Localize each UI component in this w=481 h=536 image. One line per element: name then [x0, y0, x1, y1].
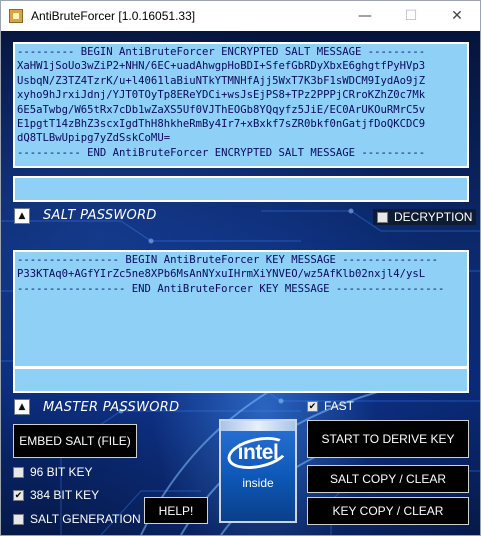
- embed-salt-button[interactable]: EMBED SALT (FILE): [13, 424, 137, 458]
- salt-generation-label: SALT GENERATION: [30, 512, 141, 526]
- minimize-button[interactable]: —: [342, 1, 388, 31]
- up-arrow-icon: ▲: [18, 210, 26, 221]
- fast-checkbox-box[interactable]: ✔: [307, 400, 318, 412]
- 384-bit-key-checkbox-box[interactable]: ✔: [13, 489, 24, 501]
- salt-generation-checkbox-box[interactable]: [13, 513, 24, 525]
- salt-password-label: SALT PASSWORD: [43, 208, 157, 223]
- decryption-checkbox-box[interactable]: [377, 211, 388, 223]
- intel-inside-text: inside: [242, 476, 274, 490]
- start-derive-key-button[interactable]: START TO DERIVE KEY: [307, 420, 469, 458]
- checkmark-icon: ✔: [14, 489, 23, 500]
- 384-bit-key-checkbox[interactable]: ✔ 384 BIT KEY: [13, 488, 99, 502]
- up-arrow-icon: ▲: [18, 401, 26, 412]
- decryption-label: DECRYPTION: [394, 210, 473, 224]
- fast-label: FAST: [324, 399, 355, 413]
- app-icon: [9, 9, 23, 23]
- key-message-textarea[interactable]: ---------------- BEGIN AntiBruteForcer K…: [13, 250, 469, 368]
- salt-message-textarea[interactable]: --------- BEGIN AntiBruteForcer ENCRYPTE…: [13, 42, 469, 168]
- 96-bit-key-label: 96 BIT KEY: [30, 465, 93, 479]
- 96-bit-key-checkbox-box[interactable]: [13, 466, 24, 478]
- fast-checkbox[interactable]: ✔ FAST: [307, 399, 354, 413]
- key-copy-clear-button[interactable]: KEY COPY / CLEAR: [307, 497, 469, 525]
- salt-generation-checkbox[interactable]: SALT GENERATION: [13, 512, 141, 526]
- salt-password-input[interactable]: [13, 176, 469, 202]
- intel-brand-text: intel: [237, 441, 279, 464]
- maximize-icon: ☐: [404, 8, 418, 24]
- intel-inside-badge: intel inside: [219, 419, 297, 523]
- help-button[interactable]: HELP!: [144, 497, 208, 524]
- minimize-icon: —: [358, 8, 372, 24]
- salt-password-toggle[interactable]: ▲: [14, 208, 30, 224]
- window-title: AntiBruteForcer [1.0.16051.33]: [31, 9, 196, 23]
- maximize-button: ☐: [388, 1, 434, 31]
- salt-copy-clear-button[interactable]: SALT COPY / CLEAR: [307, 465, 469, 493]
- title-bar[interactable]: AntiBruteForcer [1.0.16051.33] — ☐ ✕: [1, 1, 480, 31]
- main-panel: --------- BEGIN AntiBruteForcer ENCRYPTE…: [1, 31, 480, 535]
- master-password-toggle[interactable]: ▲: [14, 399, 30, 415]
- 96-bit-key-checkbox[interactable]: 96 BIT KEY: [13, 465, 92, 479]
- close-icon: ✕: [451, 8, 463, 24]
- decryption-checkbox[interactable]: DECRYPTION: [373, 209, 477, 225]
- checkmark-icon: ✔: [308, 400, 317, 411]
- app-window: AntiBruteForcer [1.0.16051.33] — ☐ ✕ ---…: [0, 0, 481, 536]
- master-password-input[interactable]: [13, 367, 469, 393]
- master-password-label: MASTER PASSWORD: [43, 400, 180, 415]
- 384-bit-key-label: 384 BIT KEY: [30, 488, 100, 502]
- close-button[interactable]: ✕: [434, 1, 480, 31]
